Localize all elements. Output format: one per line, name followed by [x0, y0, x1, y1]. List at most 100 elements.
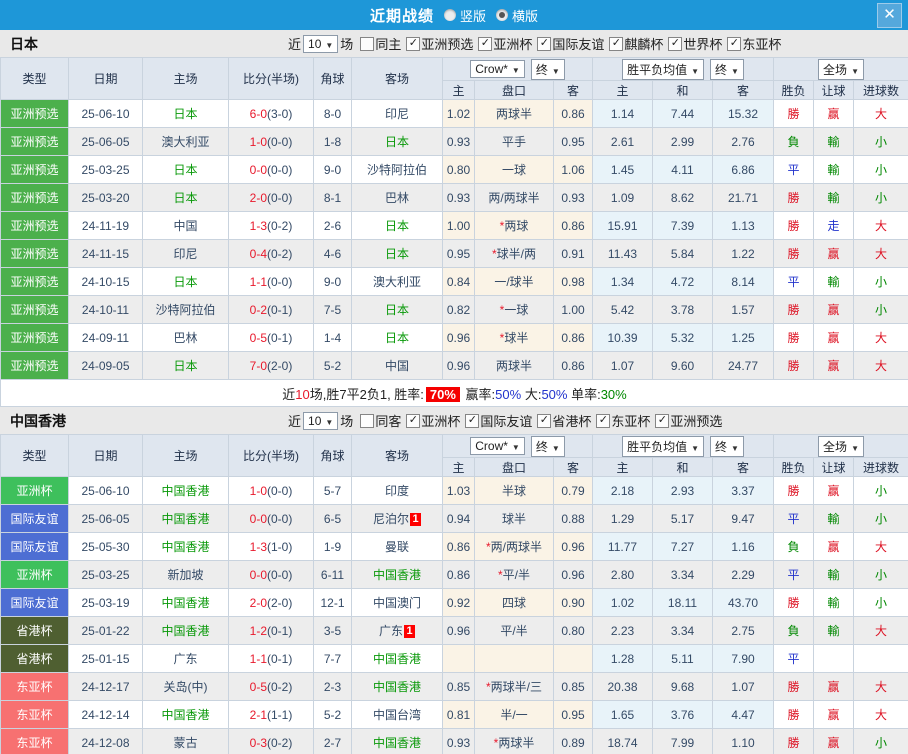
- competition-checkbox[interactable]: [596, 413, 611, 428]
- handicap-result: 輸: [813, 616, 855, 645]
- final-odds-select[interactable]: 终 ▼: [530, 58, 565, 80]
- header-bookmaker-group: Crow* ▼ 终 ▼: [442, 434, 593, 458]
- fulltime-score: 0-5: [249, 679, 267, 694]
- final-avg-select[interactable]: 终 ▼: [710, 58, 744, 80]
- avg-away-odds: 24.77: [711, 351, 775, 380]
- avg-home-odds: 1.28: [592, 644, 653, 673]
- table-row: 国际友谊 25-05-30 中国香港 1-3(1-0) 1-9 曼联 0.86 *两/两球半 0…: [0, 532, 908, 561]
- handicap-text: 两球半/三: [490, 680, 542, 694]
- same-venue-checkbox[interactable]: [360, 36, 375, 51]
- fullmatch-select[interactable]: 全场 ▼: [818, 58, 864, 80]
- type-badge: 亚洲预选: [0, 239, 69, 268]
- handicap-result: 輸: [813, 183, 855, 212]
- avg-away-odds: 9.47: [711, 504, 775, 533]
- halftime-score: (1-1): [267, 707, 293, 722]
- avg-away-odds: 2.75: [711, 616, 775, 645]
- competition-checkbox[interactable]: [537, 413, 552, 428]
- competition-checkbox[interactable]: [406, 36, 421, 51]
- header-row-top: 类型 日期 主场 比分(半场) 角球 客场 Crow* ▼ 终 ▼ 胜平负均值 ▼ 终 ▼ 全场 ▼: [0, 57, 908, 100]
- score-cell: 1-0(0-0): [228, 127, 314, 156]
- away-team: 尼泊尔 1: [351, 504, 443, 533]
- wdl-result: 負: [773, 616, 815, 645]
- close-button[interactable]: ✕: [877, 3, 902, 28]
- match-count-select[interactable]: 10 ▼: [303, 411, 339, 430]
- radio-horizontal[interactable]: [496, 9, 508, 21]
- competition-checkbox[interactable]: [406, 413, 421, 428]
- avg-odds-select[interactable]: 胜平负均值 ▼: [622, 435, 704, 457]
- handicap-result: 走: [813, 211, 855, 240]
- bookmaker-select[interactable]: Crow* ▼: [470, 60, 525, 78]
- table-row: 亚洲预选 24-09-05 日本 7-0(2-0) 5-2 中国 0.96 两球半 0.86 1.…: [0, 351, 908, 380]
- competition-checkbox[interactable]: [609, 36, 624, 51]
- header-away: 客场: [351, 434, 443, 477]
- halftime-score: (0-0): [267, 134, 293, 149]
- avg-home-odds: 10.39: [592, 323, 653, 352]
- handicap-result: [813, 644, 855, 673]
- final-avg-select[interactable]: 终 ▼: [710, 435, 744, 457]
- crow-home-odds: 0.94: [442, 504, 475, 533]
- subheader-crow-home: 主: [442, 80, 475, 100]
- handicap-result: 赢: [813, 728, 855, 754]
- near-label: 近: [288, 414, 302, 429]
- avg-away-odds: 2.29: [711, 560, 775, 589]
- home-team: 蒙古: [142, 728, 229, 754]
- avg-draw-odds: 8.62: [652, 183, 713, 212]
- match-count-select[interactable]: 10 ▼: [303, 34, 339, 53]
- goals-result: 小: [853, 127, 908, 156]
- date-cell: 24-09-05: [68, 351, 143, 380]
- bookmaker-select[interactable]: Crow* ▼: [470, 437, 525, 455]
- competition-label: 国际友谊: [552, 37, 605, 52]
- near-label: 近: [288, 37, 302, 52]
- crow-home-odds: 0.92: [442, 588, 475, 617]
- radio-vertical[interactable]: [443, 9, 456, 21]
- radio-vertical-label[interactable]: 竖版: [460, 6, 486, 25]
- header-away: 客场: [351, 57, 443, 100]
- crow-away-odds: 0.90: [553, 588, 593, 617]
- competition-checkbox[interactable]: [465, 413, 480, 428]
- competition-checkbox[interactable]: [478, 36, 493, 51]
- competition-checkbox[interactable]: [668, 36, 683, 51]
- halftime-score: (0-1): [267, 302, 293, 317]
- goals-result: 大: [853, 672, 908, 701]
- fulltime-score: 1-3: [249, 218, 267, 233]
- fulltime-score: 7-0: [249, 358, 267, 373]
- corner-cell: 5-7: [313, 476, 352, 505]
- handicap-result: 輸: [813, 560, 855, 589]
- summary-segment: 50%: [541, 386, 568, 402]
- type-badge: 国际友谊: [0, 588, 69, 617]
- chevron-down-icon: ▼: [851, 443, 859, 453]
- score-cell: 7-0(2-0): [228, 351, 314, 380]
- score-cell: 1-2(0-1): [228, 616, 314, 645]
- goals-result: 大: [853, 239, 908, 268]
- handicap-result: 赢: [813, 99, 855, 128]
- avg-odds-select[interactable]: 胜平负均值 ▼: [622, 58, 704, 80]
- radio-horizontal-label[interactable]: 横版: [512, 6, 538, 25]
- header-type: 类型: [0, 434, 69, 477]
- table-row: 东亚杯 24-12-08 蒙古 0-3(0-2) 2-7 中国香港 0.93 *两球半 0.89…: [0, 728, 908, 754]
- competition-checkbox[interactable]: [727, 36, 742, 51]
- competition-checkbox[interactable]: [537, 36, 552, 51]
- handicap-cell: *一球: [474, 295, 554, 324]
- competition-checkbox[interactable]: [655, 413, 670, 428]
- fulltime-score: 0-0: [249, 567, 267, 582]
- handicap-cell: 半球: [474, 476, 554, 505]
- avg-draw-odds: 3.78: [652, 295, 713, 324]
- crow-home-odds: 0.96: [442, 323, 475, 352]
- same-venue-checkbox[interactable]: [360, 413, 375, 428]
- avg-draw-odds: 3.34: [652, 560, 713, 589]
- score-cell: 0-4(0-2): [228, 239, 314, 268]
- handicap-result: 輸: [813, 155, 855, 184]
- fulltime-score: 2-0: [249, 595, 267, 610]
- handicap-result: 輸: [813, 588, 855, 617]
- halftime-score: (3-0): [267, 106, 293, 121]
- avg-away-odds: 8.14: [711, 267, 775, 296]
- header-fullmatch-group: 全场 ▼: [773, 57, 908, 81]
- away-team: 中国香港: [351, 644, 443, 673]
- type-badge: 省港杯: [0, 616, 69, 645]
- fullmatch-select[interactable]: 全场 ▼: [818, 435, 864, 457]
- date-cell: 24-12-08: [68, 728, 143, 754]
- avg-home-odds: 15.91: [592, 211, 653, 240]
- crow-home-odds: 0.95: [442, 239, 475, 268]
- home-team: 中国香港: [142, 504, 229, 533]
- final-odds-select[interactable]: 终 ▼: [530, 435, 565, 457]
